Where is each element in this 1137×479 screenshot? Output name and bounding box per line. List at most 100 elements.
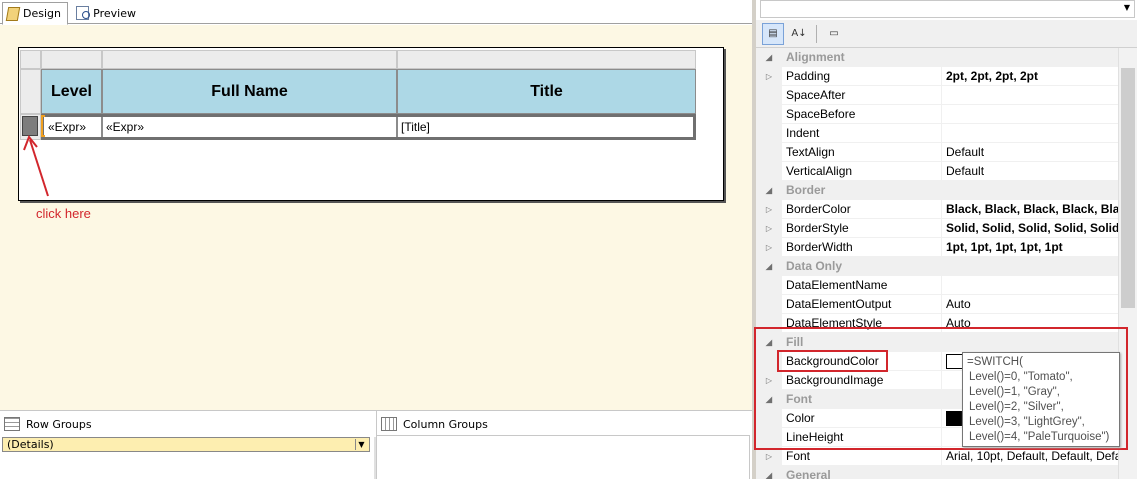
property-value-text: Auto	[946, 297, 971, 311]
property-spaceafter[interactable]: SpaceAfter	[756, 86, 1118, 105]
property-indent[interactable]: Indent	[756, 124, 1118, 143]
property-value-text: Arial, 10pt, Default, Default, Default	[946, 449, 1118, 463]
alphabetical-icon[interactable]: A↓	[788, 23, 810, 45]
property-value[interactable]: 2pt, 2pt, 2pt, 2pt	[942, 67, 1118, 85]
property-pages-icon[interactable]: ▭	[823, 23, 845, 45]
detail-cell-full-name[interactable]: «Expr»	[102, 114, 397, 140]
detail-title-text: [Title]	[401, 120, 430, 134]
tab-preview-label: Preview	[93, 6, 136, 20]
header-full-name-text: Full Name	[211, 82, 288, 100]
header-cell-full-name[interactable]: Full Name	[102, 69, 397, 114]
expand-icon[interactable]: ▷	[756, 238, 782, 256]
expand-icon[interactable]: ▷	[756, 200, 782, 218]
property-name: Fill	[786, 335, 804, 349]
object-selector-dropdown[interactable]: ▼	[760, 0, 1135, 18]
property-value[interactable]: Default	[942, 162, 1118, 180]
expand-icon[interactable]: ▷	[756, 67, 782, 85]
expand-icon[interactable]: ▷	[756, 219, 782, 237]
property-padding[interactable]: ▷ Padding 2pt, 2pt, 2pt, 2pt	[756, 67, 1118, 86]
row-gutter	[756, 162, 782, 180]
details-group-label: (Details)	[7, 438, 54, 451]
property-font[interactable]: ▷ Font Arial, 10pt, Default, Default, Defa…	[756, 447, 1118, 466]
property-verticalalign[interactable]: VerticalAlign Default	[756, 162, 1118, 181]
column-handle-full-name[interactable]	[102, 50, 397, 69]
collapse-icon[interactable]: ◢	[756, 257, 782, 275]
scrollbar-thumb[interactable]	[1121, 68, 1135, 308]
collapse-icon[interactable]: ◢	[756, 181, 782, 199]
property-value[interactable]: Solid, Solid, Solid, Solid, Solid	[942, 219, 1118, 237]
tablix[interactable]: Level Full Name Title «Expr» «Expr» [Tit…	[20, 50, 696, 140]
property-value[interactable]: Arial, 10pt, Default, Default, Default	[942, 447, 1118, 465]
header-cell-level[interactable]: Level	[41, 69, 102, 114]
row-groups-header: Row Groups	[0, 411, 376, 437]
detail-cell-title[interactable]: [Title]	[397, 114, 696, 140]
property-value[interactable]	[942, 86, 1118, 104]
tooltip-line: Level()=0, "Tomato",	[969, 371, 1073, 383]
chevron-down-icon[interactable]: ▼	[1124, 3, 1130, 12]
property-value[interactable]	[942, 105, 1118, 123]
property-name: BackgroundColor	[782, 352, 942, 370]
property-borderstyle[interactable]: ▷ BorderStyle Solid, Solid, Solid, Solid, …	[756, 219, 1118, 238]
category-general[interactable]: ◢ General	[756, 466, 1118, 479]
property-borderwidth[interactable]: ▷ BorderWidth 1pt, 1pt, 1pt, 1pt, 1pt	[756, 238, 1118, 257]
tablix-corner-handle[interactable]	[20, 50, 41, 69]
design-icon	[5, 6, 21, 21]
property-value[interactable]: 1pt, 1pt, 1pt, 1pt, 1pt	[942, 238, 1118, 256]
row-groups-icon	[4, 417, 20, 431]
collapse-icon[interactable]: ◢	[756, 333, 782, 351]
column-groups-area[interactable]	[376, 435, 750, 479]
row-gutter	[756, 86, 782, 104]
property-value[interactable]: Auto	[942, 295, 1118, 313]
details-group-item[interactable]: (Details) ▼	[2, 437, 370, 452]
expand-icon[interactable]: ▷	[756, 371, 782, 389]
preview-icon	[76, 6, 91, 20]
property-dataelementstyle[interactable]: DataElementStyle Auto	[756, 314, 1118, 333]
expand-icon[interactable]: ▷	[756, 447, 782, 465]
property-textalign[interactable]: TextAlign Default	[756, 143, 1118, 162]
property-grid-scrollbar[interactable]	[1118, 48, 1137, 479]
property-dataelementname[interactable]: DataElementName	[756, 276, 1118, 295]
row-gutter	[756, 295, 782, 313]
property-value[interactable]: Auto	[942, 314, 1118, 332]
property-dataelementoutput[interactable]: DataElementOutput Auto	[756, 295, 1118, 314]
property-name: Padding	[782, 67, 942, 85]
row-gutter	[756, 409, 782, 427]
row-gutter	[756, 124, 782, 142]
tooltip-line: Level()=3, "LightGrey",	[969, 416, 1085, 428]
category-fill[interactable]: ◢ Fill	[756, 333, 1118, 352]
column-handle-title[interactable]	[397, 50, 696, 69]
row-gutter	[756, 314, 782, 332]
property-value[interactable]	[942, 276, 1118, 294]
header-cell-title[interactable]: Title	[397, 69, 696, 114]
property-spacebefore[interactable]: SpaceBefore	[756, 105, 1118, 124]
property-name: Border	[786, 183, 826, 197]
property-value[interactable]	[942, 124, 1118, 142]
property-value[interactable]: Black, Black, Black, Black, Black	[942, 200, 1118, 218]
tooltip-line: Level()=4, "PaleTurquoise")	[969, 431, 1110, 443]
column-groups-label: Column Groups	[403, 417, 488, 431]
row-handle-header[interactable]	[20, 69, 41, 114]
annotation-arrow-icon	[23, 135, 49, 197]
category-border[interactable]: ◢ Border	[756, 181, 1118, 200]
category-alignment[interactable]: ◢ Alignment	[756, 48, 1118, 67]
property-value[interactable]: Default	[942, 143, 1118, 161]
categorized-icon[interactable]: ▤	[762, 22, 784, 45]
tab-design[interactable]: Design	[2, 2, 68, 25]
category-data-only[interactable]: ◢ Data Only	[756, 257, 1118, 276]
property-name: General	[786, 468, 831, 479]
collapse-icon[interactable]: ◢	[756, 390, 782, 408]
row-groups-label: Row Groups	[26, 417, 92, 431]
property-value-text: Auto	[946, 316, 971, 330]
row-gutter	[756, 143, 782, 161]
property-name: SpaceBefore	[782, 105, 942, 123]
chevron-down-icon[interactable]: ▼	[355, 439, 367, 450]
property-value-text: Solid, Solid, Solid, Solid, Solid	[946, 221, 1118, 235]
header-level-text: Level	[51, 82, 92, 100]
tab-preview[interactable]: Preview	[72, 2, 142, 24]
property-bordercolor[interactable]: ▷ BorderColor Black, Black, Black, Black, …	[756, 200, 1118, 219]
property-name: VerticalAlign	[782, 162, 942, 180]
collapse-icon[interactable]: ◢	[756, 466, 782, 479]
column-handle-level[interactable]	[41, 50, 102, 69]
collapse-icon[interactable]: ◢	[756, 48, 782, 66]
tooltip-line: Level()=1, "Gray",	[969, 386, 1060, 398]
